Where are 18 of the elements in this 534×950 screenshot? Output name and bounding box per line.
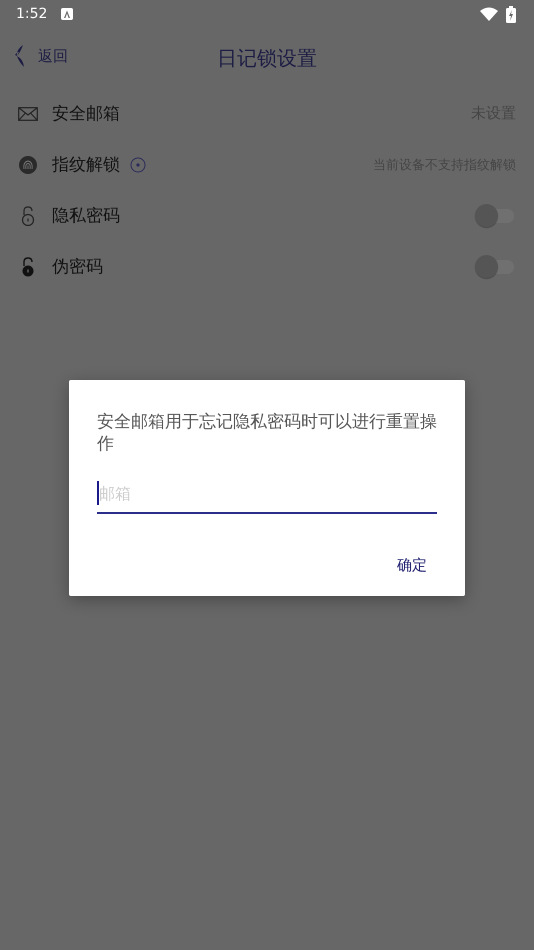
wifi-icon [480, 7, 498, 21]
setting-label: 安全邮箱 [52, 103, 120, 125]
page-title: 日记锁设置 [217, 44, 317, 72]
setting-label: 隐私密码 [52, 205, 120, 227]
leaf-icon [14, 44, 26, 68]
text-cursor [97, 481, 99, 505]
fingerprint-icon [18, 156, 38, 174]
envelope-icon [18, 106, 38, 120]
battery-icon [506, 6, 516, 22]
setting-label: 指纹解锁 [52, 154, 120, 176]
confirm-button[interactable]: 确定 [387, 552, 437, 579]
notification-icon [61, 8, 74, 20]
setting-label: 伪密码 [52, 256, 103, 278]
info-icon[interactable] [130, 156, 146, 172]
toggle-switch[interactable] [474, 202, 516, 228]
dialog-message: 安全邮箱用于忘记隐私密码时可以进行重置操作 [97, 410, 437, 454]
toggle-switch[interactable] [474, 254, 516, 280]
status-time: 1:52 [16, 6, 48, 22]
